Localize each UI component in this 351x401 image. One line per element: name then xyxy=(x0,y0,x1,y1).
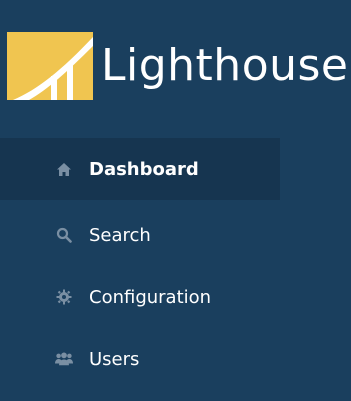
sidebar-item-label: Dashboard xyxy=(89,158,199,180)
sidebar-item-label: Configuration xyxy=(89,286,212,308)
home-icon xyxy=(55,160,73,178)
sidebar-item-label: Search xyxy=(89,224,151,246)
lighthouse-logo-icon xyxy=(7,32,93,100)
brand-logo[interactable]: Lighthouse xyxy=(7,32,349,100)
sidebar-item-label: Users xyxy=(89,348,140,370)
sidebar-item-search[interactable]: Search xyxy=(0,204,351,266)
users-icon xyxy=(55,350,73,368)
search-icon xyxy=(55,226,73,244)
sidebar-item-configuration[interactable]: Configuration xyxy=(0,266,351,328)
sidebar-item-dashboard[interactable]: Dashboard xyxy=(0,138,280,200)
brand-name: Lighthouse xyxy=(101,40,349,91)
sidebar: Lighthouse Dashboard Search Configuratio… xyxy=(0,0,351,401)
sidebar-item-users[interactable]: Users xyxy=(0,328,351,390)
gear-icon xyxy=(55,288,73,306)
